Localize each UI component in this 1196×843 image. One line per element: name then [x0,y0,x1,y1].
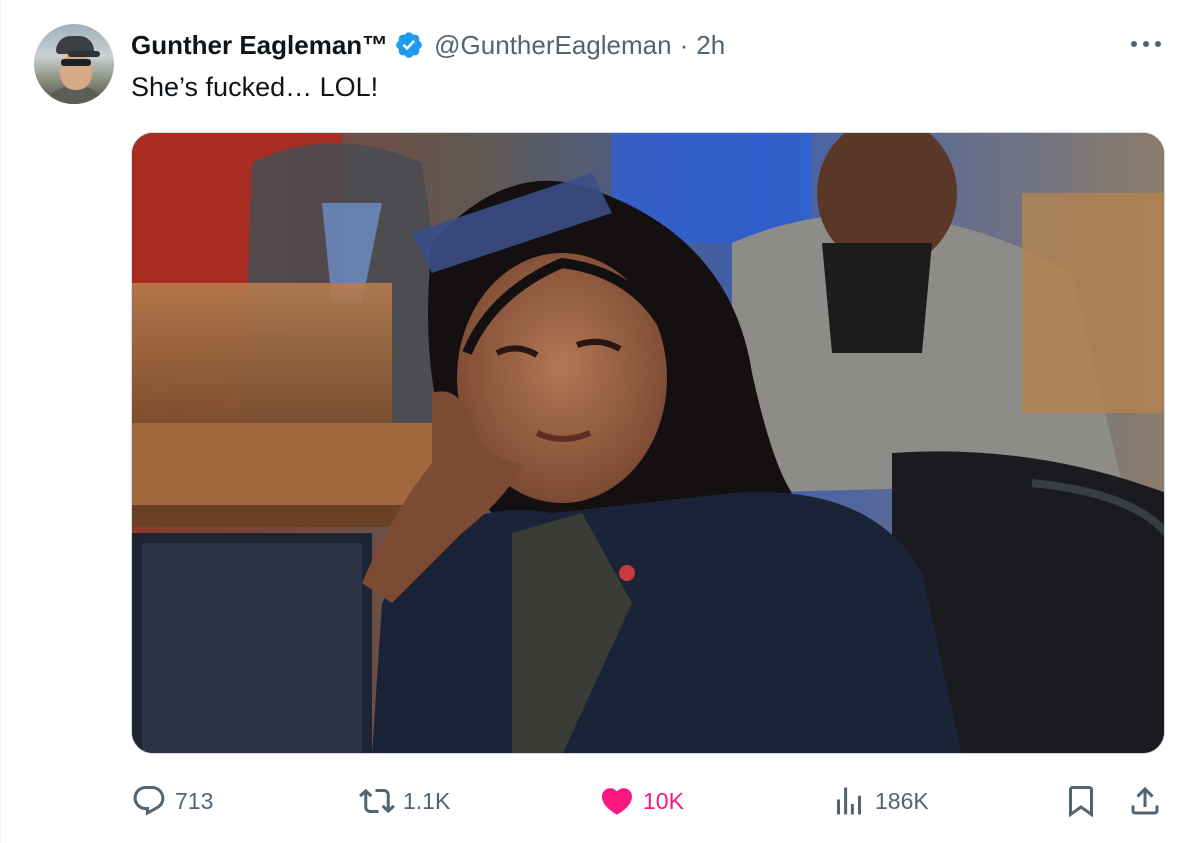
avatar-cap-brim [68,51,100,57]
tweet-timestamp[interactable]: 2h [696,30,725,61]
retweet-count: 1.1K [403,787,451,814]
tweet-actions: 713 1.1K 10K 186K [131,778,1171,824]
author-handle[interactable]: @GuntherEagleman [434,30,671,61]
avatar[interactable] [34,24,114,104]
like-button[interactable]: 10K [599,778,684,824]
more-options-button[interactable] [1126,32,1166,56]
tweet-text: She’s fucked… LOL! [131,72,379,102]
verified-badge-icon[interactable] [394,30,424,60]
courtroom-photo [132,133,1164,753]
retweet-button[interactable]: 1.1K [359,778,450,824]
bookmark-button[interactable] [1063,778,1099,824]
reply-button[interactable]: 713 [131,778,213,824]
header-separator: · [679,29,689,60]
heart-filled-icon [601,788,633,815]
retweet-icon [359,788,395,814]
tweet-header: Gunther Eagleman™ @GuntherEagleman · 2h [131,28,725,62]
share-button[interactable] [1127,778,1163,824]
author-display-name[interactable]: Gunther Eagleman™ [131,30,388,61]
avatar-sunglasses [61,59,91,66]
more-horizontal-icon [1131,41,1161,47]
tweet-photo[interactable] [131,132,1165,754]
like-count: 10K [643,787,684,814]
bar-chart-icon [837,787,861,815]
reply-bubble-icon [133,786,165,816]
views-button[interactable]: 186K [831,778,929,824]
bookmark-icon [1069,786,1093,818]
views-count: 186K [875,787,929,814]
reply-count: 713 [175,787,214,814]
share-upload-icon [1131,786,1159,815]
tweet-card[interactable]: Gunther Eagleman™ @GuntherEagleman · 2h … [0,0,1196,843]
